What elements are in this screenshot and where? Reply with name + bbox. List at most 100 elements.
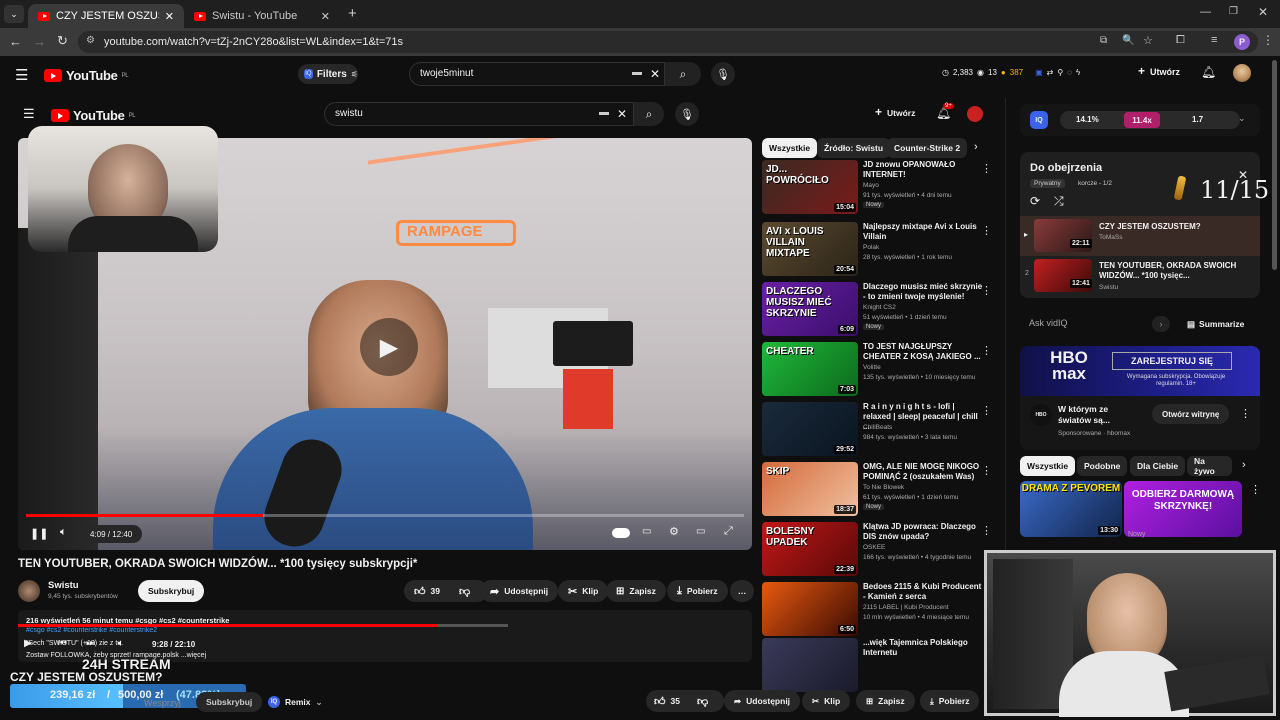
inner-voice-icon[interactable]: 🎙 xyxy=(675,102,699,126)
mini-progress-track[interactable] xyxy=(18,624,508,627)
side-video-thumb[interactable]: DRAMA Z PEVOREM 13:30 xyxy=(1020,481,1122,537)
chip-counter-strike-2[interactable]: Counter-Strike 2 xyxy=(887,138,968,158)
chips-next-icon[interactable]: › xyxy=(974,141,978,153)
chip-all[interactable]: Wszystkie xyxy=(762,138,818,158)
keyboard-icon[interactable]: ▬ xyxy=(599,107,609,118)
subscribe-button[interactable]: Subskrybuj xyxy=(138,580,205,602)
side-chip-for-you[interactable]: Dla Ciebie xyxy=(1130,456,1186,476)
related-video-item[interactable]: DLACZEGO MUSISZ MIEĆ SKRZYNIE 6:09 Dlaczeg… xyxy=(762,282,1000,338)
bookmark-star-icon[interactable]: ☆ xyxy=(1143,34,1153,47)
channel-name[interactable]: Swistu xyxy=(48,580,79,591)
inner-hamburger-icon[interactable]: ☰ xyxy=(23,106,35,122)
download-button[interactable]: ⤓ Pobierz xyxy=(667,580,728,602)
related-video-item[interactable]: 29:52 R a i n y n i g h t s - lofi | rela… xyxy=(762,402,1000,458)
dislike-icon[interactable]: 👎︎ xyxy=(459,585,470,598)
open-website-button[interactable]: Otwórz witrynę xyxy=(1152,404,1230,424)
loop-icon[interactable]: ⟳ xyxy=(1030,194,1040,208)
related-menu-icon[interactable]: ⋮ xyxy=(981,162,992,175)
chip-source-swistu[interactable]: Źródło: Swistu xyxy=(817,138,891,158)
translate-icon[interactable]: ⇄ xyxy=(1047,68,1054,77)
channel-avatar[interactable] xyxy=(18,580,40,602)
outer-share-button[interactable]: ➦ Udostępnij xyxy=(724,690,801,712)
tab-czy-jestem-oszustem[interactable]: CZY JESTEM OSZUSTEM? - You ✕ xyxy=(28,4,184,28)
close-window-icon[interactable]: ✕ xyxy=(1258,5,1268,19)
inner-youtube-logo[interactable]: YouTube PL xyxy=(51,108,136,123)
settings-gear-icon[interactable]: ⚙ xyxy=(669,525,679,538)
related-video-item[interactable]: BOLESNY UPADEK 22:39 Klątwa JD powraca: Dl… xyxy=(762,522,1000,578)
tab-search-icon[interactable]: ⌄ xyxy=(4,5,24,23)
theater-mode-icon[interactable]: ▭ xyxy=(696,526,705,537)
vidiq-logo-icon[interactable]: IQ xyxy=(1030,111,1048,129)
related-menu-icon[interactable]: ⋮ xyxy=(981,344,992,357)
like-icon[interactable]: 👍︎ xyxy=(414,585,426,598)
hbo-register-button[interactable]: ZAREJESTRUJ SIĘ xyxy=(1112,352,1232,370)
new-tab-button[interactable]: + xyxy=(348,5,357,22)
side-video-menu-icon[interactable]: ⋮ xyxy=(1250,483,1261,496)
summarize-button[interactable]: ▤ Summarize xyxy=(1187,319,1244,330)
close-tab-icon[interactable]: ✕ xyxy=(321,10,330,23)
minimize-icon[interactable]: — xyxy=(1200,6,1211,18)
inner-search-input[interactable]: swistu ▬ ✕ xyxy=(324,102,634,126)
shuffle-icon[interactable]: ⤮ xyxy=(1054,194,1064,209)
youtube-logo[interactable]: YouTube PL xyxy=(44,68,129,83)
side-video-promo[interactable]: ODBIERZ DARMOWĄ SKRZYNKĘ! xyxy=(1124,481,1242,537)
save-button[interactable]: ⊞ Zapisz xyxy=(606,580,666,602)
volume-icon[interactable]: 🔈︎ xyxy=(60,526,67,539)
site-info-icon[interactable]: ⚙ xyxy=(86,35,95,46)
side-chip-live[interactable]: Na żywo xyxy=(1187,456,1232,476)
outer-search-button[interactable]: ⌕ xyxy=(665,62,701,86)
share-button[interactable]: ➦ Udostępnij xyxy=(480,580,559,602)
related-video-item[interactable]: 6:50 Bedoes 2115 & Kubi Producent - Kamie… xyxy=(762,582,1000,638)
close-tab-icon[interactable]: ✕ xyxy=(165,10,174,23)
clear-search-icon[interactable]: ✕ xyxy=(617,107,627,121)
url-field[interactable]: ⚙ youtube.com/watch?v=tZj-2nCY28o&list=W… xyxy=(78,31,1258,53)
forward-icon[interactable]: → xyxy=(33,34,46,49)
lightning-icon[interactable]: ϟ xyxy=(1076,68,1080,77)
notifications-bell-icon[interactable]: 🔔︎ xyxy=(1201,65,1216,79)
reading-list-icon[interactable]: ≡ xyxy=(1211,34,1217,46)
mini-next-icon[interactable]: ⏭︎ xyxy=(86,638,95,649)
related-video-item[interactable]: ...więk Tajemnica Polskiego Internetu⋮ xyxy=(762,638,1000,694)
ask-vidiq-input[interactable]: Ask vidIQ xyxy=(1020,313,1172,335)
hamburger-menu-icon[interactable]: ☰ xyxy=(15,66,28,84)
mini-prev-icon[interactable]: ⏮︎ xyxy=(58,638,67,649)
related-video-item[interactable]: AVI x LOUIS VILLAIN MIXTAPE 20:54 Najlepsz… xyxy=(762,222,1000,278)
keyboard-icon[interactable]: ▬ xyxy=(632,67,642,78)
autoplay-toggle[interactable] xyxy=(612,528,630,538)
ask-send-icon[interactable]: › xyxy=(1152,316,1170,332)
ad-menu-icon[interactable]: ⋮ xyxy=(1240,407,1251,420)
profile-avatar[interactable]: P xyxy=(1234,34,1250,50)
side-chip-similar[interactable]: Podobne xyxy=(1077,456,1128,476)
side-chips-next-icon[interactable]: › xyxy=(1242,459,1246,471)
related-menu-icon[interactable]: ⋮ xyxy=(981,284,992,297)
related-video-item[interactable]: JD... POWRÓCIŁO 15:04 JD znowu OPANOWAŁO I… xyxy=(762,160,1000,216)
page-scrollbar[interactable] xyxy=(1272,60,1277,270)
fullscreen-icon[interactable]: ⤢ xyxy=(724,525,733,538)
inner-create-button[interactable]: + Utwórz xyxy=(875,106,915,118)
outer-create-button[interactable]: + Utwórz xyxy=(1138,65,1180,77)
tab-swistu[interactable]: Swistu - YouTube ✕ xyxy=(184,4,340,28)
related-menu-icon[interactable]: ⋮ xyxy=(981,224,992,237)
vidiq-expand-icon[interactable]: ⌄ xyxy=(1238,113,1246,124)
mini-play-icon[interactable]: ▶ xyxy=(24,638,32,649)
related-video-item[interactable]: SKIP 18:37 OMG, ALE NIE MOGĘ NIKOGO POMINĄ… xyxy=(762,462,1000,518)
outer-like-icon[interactable]: 👍︎ xyxy=(654,695,666,708)
outer-download-button[interactable]: ⤓ Pobierz xyxy=(920,690,980,712)
chat-icon[interactable]: ◌ xyxy=(1067,68,1072,77)
related-menu-icon[interactable]: ⋮ xyxy=(981,464,992,477)
extensions-icon[interactable]: ⧠ xyxy=(1176,34,1185,47)
progress-track[interactable] xyxy=(26,514,744,517)
inner-avatar[interactable] xyxy=(967,106,983,122)
trophy-icon[interactable]: ⚲ xyxy=(1057,68,1063,77)
mini-volume-icon[interactable]: 🔈︎ xyxy=(118,638,124,649)
outer-subscribe-button[interactable]: Subskrybuj xyxy=(196,692,263,712)
side-chip-all[interactable]: Wszystkie xyxy=(1020,456,1076,476)
related-video-item[interactable]: CHEATER 7:03 TO JEST NAJGŁUPSZY CHEATER Z … xyxy=(762,342,1000,398)
outer-save-button[interactable]: ⊞ Zapisz xyxy=(856,690,915,712)
hbo-ad[interactable]: HBO max ZAREJESTRUJ SIĘ Wymagana subskry… xyxy=(1020,346,1260,450)
more-actions-button[interactable]: … xyxy=(730,580,754,602)
playlist-item[interactable]: 2 12:41 TEN YOUTUBER, OKRADA SWOICH WIDZ… xyxy=(1020,256,1260,296)
description-box[interactable]: 216 wyświetleń 56 minut temu #csgo #cs2 … xyxy=(18,610,752,662)
playlist-item-active[interactable]: ▸ 22:11 CZY JESTEM OSZUSTEM? ToMaSs xyxy=(1020,216,1260,256)
outer-search-input[interactable]: twoje5minut ▬ ✕ xyxy=(409,62,665,86)
